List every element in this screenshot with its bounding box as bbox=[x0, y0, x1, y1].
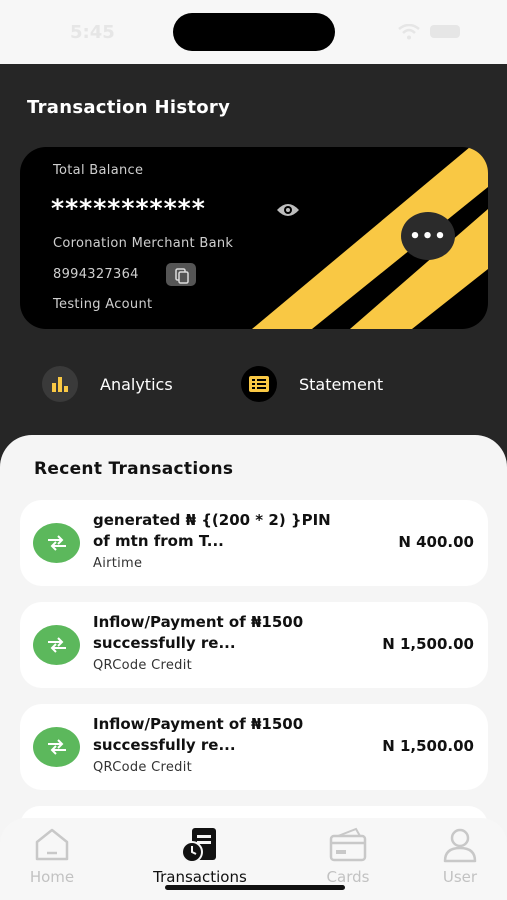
masked-balance: *********** bbox=[51, 194, 206, 223]
transaction-item[interactable]: Inflow/Payment of ₦1500 successfully re.… bbox=[20, 602, 488, 688]
statement-label: Statement bbox=[299, 374, 384, 394]
analytics-label: Analytics bbox=[100, 374, 173, 394]
bank-name: Coronation Merchant Bank bbox=[53, 236, 234, 251]
transaction-amount: N 400.00 bbox=[398, 533, 474, 551]
dynamic-island bbox=[173, 13, 335, 51]
analytics-button[interactable]: Analytics bbox=[42, 366, 173, 402]
transaction-item[interactable]: Inflow/Payment of ₦1500 successfully re.… bbox=[20, 704, 488, 790]
account-name: Testing Acount bbox=[53, 297, 153, 312]
nav-transactions-label: Transactions bbox=[153, 868, 247, 886]
page-title: Transaction History bbox=[27, 97, 231, 118]
card-icon bbox=[329, 827, 367, 862]
transfer-icon bbox=[33, 727, 80, 767]
nav-home-label: Home bbox=[29, 868, 75, 886]
transaction-category: Airtime bbox=[93, 556, 143, 571]
statement-icon bbox=[241, 366, 277, 402]
copy-icon[interactable] bbox=[166, 263, 196, 286]
user-icon bbox=[443, 828, 477, 863]
home-indicator bbox=[165, 885, 345, 890]
more-dots-icon: ••• bbox=[409, 225, 447, 247]
transaction-amount: N 1,500.00 bbox=[382, 737, 474, 755]
nav-user[interactable]: User bbox=[405, 826, 507, 886]
status-time: 5:45 bbox=[70, 22, 115, 43]
balance-label: Total Balance bbox=[53, 163, 144, 178]
recent-transactions-title: Recent Transactions bbox=[34, 459, 234, 479]
home-icon bbox=[35, 828, 69, 861]
transaction-item[interactable]: generated ₦ {(200 * 2) }PIN of mtn from … bbox=[20, 500, 488, 586]
transaction-category: QRCode Credit bbox=[93, 658, 193, 673]
transactions-icon bbox=[181, 828, 216, 863]
transfer-icon bbox=[33, 523, 80, 563]
transaction-title: Inflow/Payment of ₦1500 successfully re.… bbox=[93, 613, 304, 652]
transaction-category: QRCode Credit bbox=[93, 760, 193, 775]
battery-icon bbox=[430, 25, 460, 38]
balance-card: Total Balance *********** Coronation Mer… bbox=[20, 147, 488, 329]
bar-chart-icon bbox=[42, 366, 78, 402]
transaction-title: Inflow/Payment of ₦1500 successfully re.… bbox=[93, 715, 304, 754]
status-bar: 5:45 bbox=[0, 0, 507, 64]
nav-cards-label: Cards bbox=[326, 868, 370, 886]
transaction-amount: N 1,500.00 bbox=[382, 635, 474, 653]
statement-button[interactable]: Statement bbox=[241, 366, 383, 402]
wifi-icon bbox=[398, 24, 420, 40]
more-options-button[interactable]: ••• bbox=[401, 212, 455, 260]
nav-home[interactable]: Home bbox=[0, 826, 107, 886]
transaction-title: generated ₦ {(200 * 2) }PIN of mtn from … bbox=[93, 511, 331, 550]
eye-icon[interactable] bbox=[276, 202, 300, 218]
nav-user-label: User bbox=[442, 868, 478, 886]
transfer-icon bbox=[33, 625, 80, 665]
account-number: 8994327364 bbox=[53, 267, 139, 282]
nav-cards[interactable]: Cards bbox=[293, 826, 403, 886]
nav-transactions[interactable]: Transactions bbox=[145, 826, 255, 886]
